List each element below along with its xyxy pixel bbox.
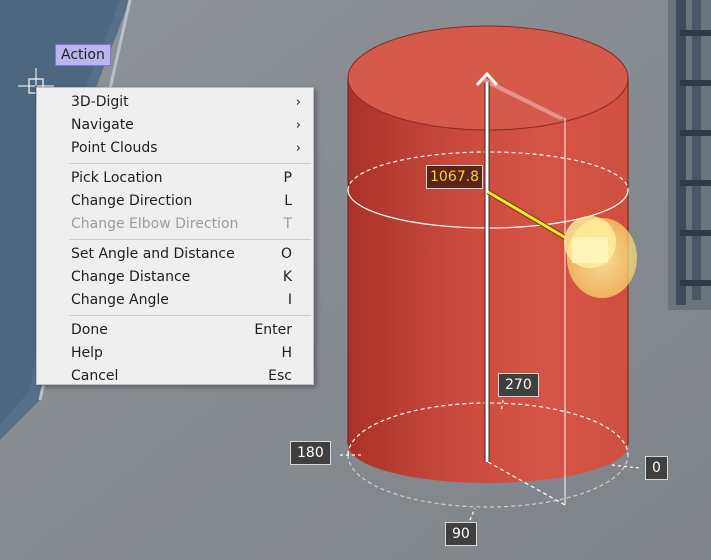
menu-item-point-clouds[interactable]: Point Clouds › [37,137,313,160]
menu-item-label: Done [71,322,108,338]
menu-item-label: Change Elbow Direction [71,216,239,232]
menu-item-label: Cancel [71,368,119,384]
menu-separator [69,315,311,316]
menu-item-cancel[interactable]: Cancel Esc [37,365,313,388]
menu-item-shortcut: I [287,292,292,308]
angle-label-0: 0 [645,456,668,480]
menu-item-label: Change Angle [71,292,169,308]
angle-label-180: 180 [290,441,331,465]
chevron-right-icon: › [295,95,301,110]
menu-item-shortcut: Esc [268,368,292,384]
menu-separator [69,239,311,240]
menu-item-change-angle[interactable]: Change Angle I [37,289,313,312]
menu-item-navigate[interactable]: Navigate › [37,114,313,137]
action-tag: Action [55,44,111,66]
menu-item-label: Point Clouds [71,140,158,156]
menu-item-shortcut: L [284,193,292,209]
menu-item-shortcut: K [282,269,292,285]
angle-label-270: 270 [498,373,539,397]
menu-item-change-direction[interactable]: Change Direction L [37,190,313,213]
menu-item-change-elbow-direction: Change Elbow Direction T [37,213,313,236]
menu-item-label: Change Direction [71,193,193,209]
menu-item-shortcut: P [283,170,292,186]
context-menu: 3D-Digit › Navigate › Point Clouds › Pick Loca… [36,87,314,385]
menu-item-shortcut: Enter [254,322,292,338]
menu-separator [69,163,311,164]
menu-item-set-angle-and-distance[interactable]: Set Angle and Distance O [37,243,313,266]
menu-item-pick-location[interactable]: Pick Location P [37,167,313,190]
menu-item-label: Set Angle and Distance [71,246,235,262]
menu-item-help[interactable]: Help H [37,342,313,365]
menu-item-change-distance[interactable]: Change Distance K [37,266,313,289]
staircase [668,0,711,310]
chevron-right-icon: › [295,118,301,133]
menu-item-shortcut: O [280,246,292,262]
menu-item-label: Navigate [71,117,134,133]
menu-item-done[interactable]: Done Enter [37,319,313,342]
menu-item-label: Change Distance [71,269,191,285]
menu-item-label: 3D-Digit [71,94,129,110]
angle-label-90: 90 [445,522,477,546]
menu-item-shortcut: T [283,216,292,232]
distance-label[interactable]: 1067.8 [426,165,483,189]
menu-item-shortcut: H [281,345,292,361]
menu-item-label: Help [71,345,103,361]
menu-item-label: Pick Location [71,170,163,186]
chevron-right-icon: › [295,141,301,156]
menu-item-3d-digit[interactable]: 3D-Digit › [37,91,313,114]
